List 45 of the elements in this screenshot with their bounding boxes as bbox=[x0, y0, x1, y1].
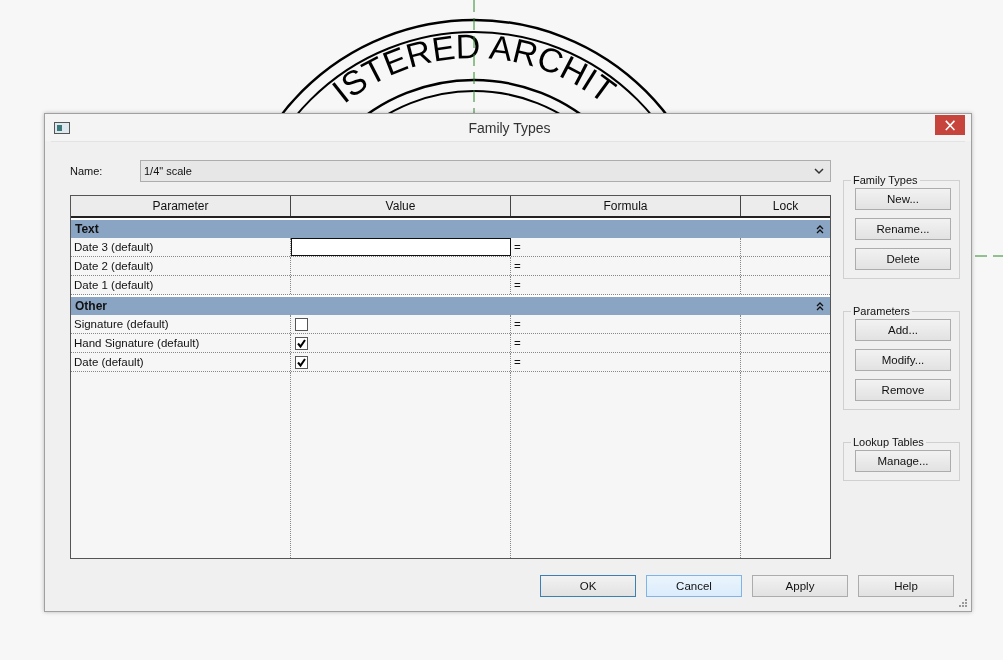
parameter-name: Hand Signature (default) bbox=[71, 334, 291, 352]
name-dropdown[interactable]: 1/4" scale bbox=[140, 160, 831, 182]
formula-cell[interactable]: = bbox=[511, 276, 741, 294]
column-header[interactable]: Lock bbox=[741, 196, 830, 216]
formula-cell[interactable]: = bbox=[511, 238, 741, 256]
action-button[interactable]: Rename... bbox=[855, 218, 951, 240]
action-button[interactable]: Add... bbox=[855, 319, 951, 341]
formula-cell[interactable]: = bbox=[511, 257, 741, 275]
dialog-button[interactable]: Help bbox=[858, 575, 954, 597]
formula-cell[interactable]: = bbox=[511, 353, 741, 371]
name-label: Name: bbox=[70, 165, 104, 177]
parameter-name: Date (default) bbox=[71, 353, 291, 371]
parameter-name: Date 2 (default) bbox=[71, 257, 291, 275]
group-header[interactable]: Other bbox=[71, 297, 830, 315]
column-header[interactable]: Parameter bbox=[71, 196, 291, 216]
group-title: Family Types bbox=[852, 174, 919, 186]
parameter-name: Signature (default) bbox=[71, 315, 291, 333]
collapse-icon[interactable] bbox=[816, 301, 824, 311]
value-cell[interactable] bbox=[291, 238, 511, 256]
window-title: Family Types bbox=[467, 119, 552, 136]
action-button[interactable]: Modify... bbox=[855, 349, 951, 371]
guide-line bbox=[975, 255, 1003, 257]
column-header[interactable]: Formula bbox=[511, 196, 741, 216]
group-title: Lookup Tables bbox=[852, 436, 925, 448]
action-button[interactable]: Manage... bbox=[855, 450, 951, 472]
window-icon bbox=[54, 121, 70, 134]
action-button[interactable]: New... bbox=[855, 188, 951, 210]
dialog-button[interactable]: Cancel bbox=[646, 575, 742, 597]
formula-cell[interactable]: = bbox=[511, 315, 741, 333]
resize-grip-icon bbox=[958, 598, 968, 608]
action-button[interactable]: Remove bbox=[855, 379, 951, 401]
dialog-button[interactable]: OK bbox=[540, 575, 636, 597]
chevron-down-icon bbox=[814, 167, 824, 175]
formula-cell[interactable]: = bbox=[511, 334, 741, 352]
group-header[interactable]: Text bbox=[71, 220, 830, 238]
collapse-icon[interactable] bbox=[816, 224, 824, 234]
checkbox[interactable] bbox=[295, 355, 308, 369]
dialog-button[interactable]: Apply bbox=[752, 575, 848, 597]
checkbox[interactable] bbox=[295, 336, 308, 350]
parameter-name: Date 1 (default) bbox=[71, 276, 291, 294]
column-header[interactable]: Value bbox=[291, 196, 511, 216]
action-button[interactable]: Delete bbox=[855, 248, 951, 270]
close-button[interactable]: × bbox=[935, 115, 965, 135]
checkbox[interactable] bbox=[295, 317, 308, 331]
group-title: Parameters bbox=[852, 305, 911, 317]
